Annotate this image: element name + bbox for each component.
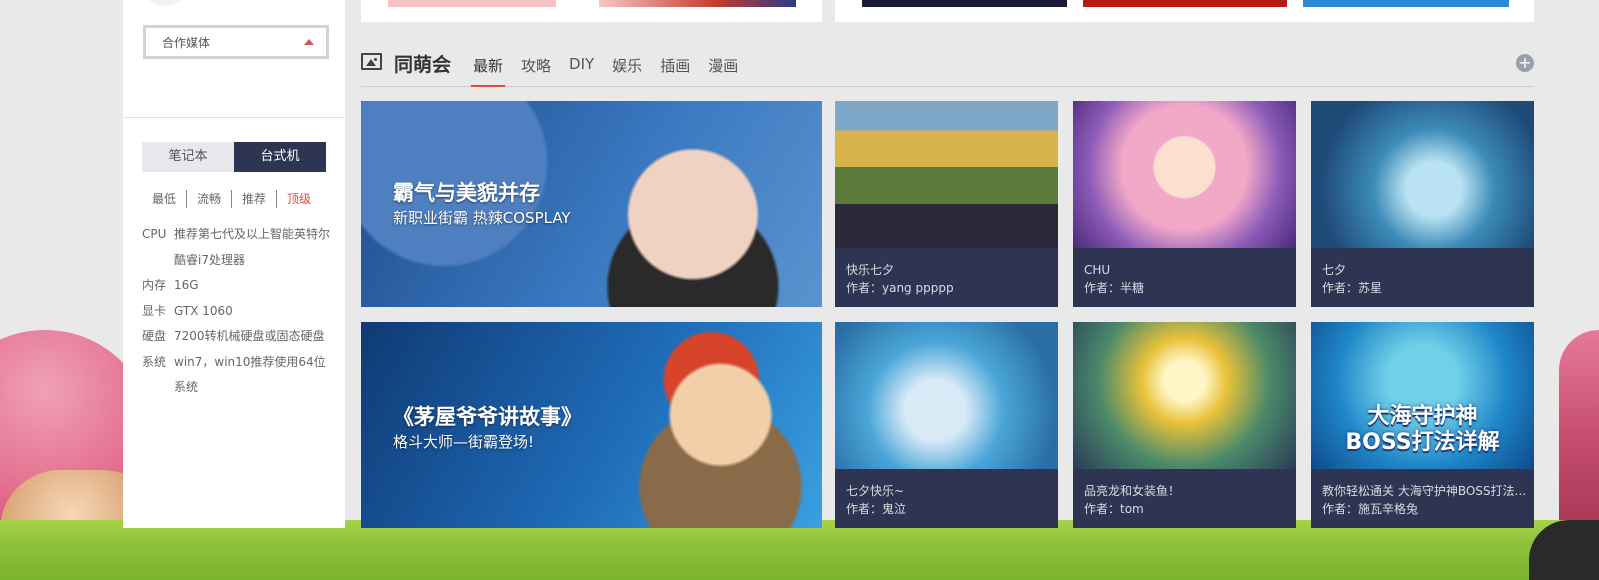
spec-row-memory: 内存 16G <box>142 273 332 299</box>
tab-laptop[interactable]: 笔记本 <box>142 142 234 172</box>
post-author: 作者：苏星 <box>1322 281 1383 295</box>
previous-row-card-left <box>361 0 822 22</box>
post-card[interactable]: 大海守护神 BOSS打法详解 教你轻松通关 大海守护神BOSS打法... 作者：… <box>1311 322 1534 528</box>
spec-key: 系统 <box>142 354 167 369</box>
post-title[interactable]: 七夕 <box>1322 261 1382 279</box>
partner-media-select-value: 合作媒体 <box>162 36 211 50</box>
spec-row-os: 系统 win7，win10推荐使用64位系统 <box>142 350 332 401</box>
post-thumbnail[interactable] <box>835 322 1058 469</box>
thumbnail-image[interactable] <box>1083 0 1287 7</box>
thumbnail-overlay-line: BOSS打法详解 <box>1345 430 1500 455</box>
spec-value: 7200转机械硬盘或固态硬盘 <box>174 329 325 343</box>
tab-latest[interactable]: 最新 <box>470 55 506 87</box>
spec-key: 内存 <box>142 278 167 292</box>
post-title[interactable]: 快乐七夕 <box>846 261 954 279</box>
post-title[interactable]: 七夕快乐~ <box>846 482 906 500</box>
spec-row-gpu: 显卡 GTX 1060 <box>142 299 332 325</box>
background-decoration-right <box>1559 330 1599 540</box>
post-author: 作者：鬼泣 <box>846 502 907 516</box>
thumbnail-image[interactable] <box>388 0 556 7</box>
spec-value: 推荐第七代及以上智能英特尔酷睿i7处理器 <box>174 227 331 267</box>
spec-key: 显卡 <box>142 303 167 318</box>
thumbnail-image[interactable] <box>599 0 796 7</box>
banner-subtitle: 新职业街霸 热辣COSPLAY <box>393 209 571 227</box>
spec-row-disk: 硬盘 7200转机械硬盘或固态硬盘 <box>142 324 332 350</box>
tab-illustration[interactable]: 插画 <box>660 55 690 86</box>
divider <box>123 117 345 118</box>
level-minimum[interactable]: 最低 <box>142 190 188 208</box>
post-caption: 快乐七夕 作者：yang ppppp <box>846 261 954 297</box>
post-card[interactable]: 七夕快乐~ 作者：鬼泣 <box>835 322 1058 528</box>
tab-entertainment[interactable]: 娱乐 <box>612 55 642 86</box>
spec-row-cpu: CPU 推荐第七代及以上智能英特尔酷睿i7处理器 <box>142 222 332 273</box>
tab-diy[interactable]: DIY <box>569 55 594 86</box>
post-author: 作者：施瓦辛格兔 <box>1322 502 1419 516</box>
post-author: 作者：tom <box>1084 502 1144 516</box>
performance-levels: 最低 流畅 推荐 顶级 <box>142 190 321 208</box>
add-icon[interactable]: + <box>1516 54 1534 72</box>
post-title[interactable]: 品亮龙和女装鱼！ <box>1084 482 1180 500</box>
thumbnail-image[interactable] <box>862 0 1067 7</box>
previous-row-card-right <box>835 0 1534 22</box>
post-card[interactable]: CHU 作者：半糖 <box>1073 101 1296 307</box>
background-grass <box>0 520 1599 580</box>
post-card[interactable]: 品亮龙和女装鱼！ 作者：tom <box>1073 322 1296 528</box>
tab-guides[interactable]: 攻略 <box>521 55 551 86</box>
feature-banner-cosplay[interactable]: 霸气与美貌并存 新职业街霸 热辣COSPLAY <box>361 101 822 307</box>
post-thumbnail[interactable] <box>1073 322 1296 469</box>
post-author: 作者：yang ppppp <box>846 281 954 295</box>
post-thumbnail[interactable] <box>1073 101 1296 248</box>
post-thumbnail[interactable] <box>835 101 1058 248</box>
post-caption: 七夕 作者：苏星 <box>1322 261 1382 297</box>
thumbnail-overlay-text: 大海守护神 BOSS打法详解 <box>1311 404 1534 456</box>
post-thumbnail[interactable] <box>1311 101 1534 248</box>
level-top[interactable]: 顶级 <box>277 190 321 208</box>
level-recommended[interactable]: 推荐 <box>232 190 278 208</box>
image-icon <box>361 53 382 70</box>
thumbnail-image[interactable] <box>1303 0 1509 7</box>
banner-title: 霸气与美貌并存 <box>393 181 540 205</box>
spec-value: win7，win10推荐使用64位系统 <box>174 354 326 395</box>
post-caption: CHU 作者：半糖 <box>1084 261 1144 297</box>
tab-desktop[interactable]: 台式机 <box>234 142 326 172</box>
spec-key: CPU <box>142 227 167 241</box>
post-card[interactable]: 快乐七夕 作者：yang ppppp <box>835 101 1058 307</box>
section-title: 同萌会 <box>394 54 452 76</box>
spec-value: GTX 1060 <box>174 303 233 318</box>
level-smooth[interactable]: 流畅 <box>187 190 233 208</box>
hardware-sidebar: 合作媒体 笔记本 台式机 最低 流畅 推荐 顶级 CPU 推荐第七代及以上智能英… <box>123 0 345 528</box>
post-caption: 教你轻松通关 大海守护神BOSS打法... 作者：施瓦辛格兔 <box>1322 482 1526 518</box>
section-tabs: 最新 攻略 DIY 娱乐 插画 漫画 <box>470 55 756 87</box>
post-card[interactable]: 七夕 作者：苏星 <box>1311 101 1534 307</box>
banner-subtitle: 格斗大师—街霸登场! <box>393 433 535 451</box>
device-tabs: 笔记本 台式机 <box>142 142 326 172</box>
feature-banner-story[interactable]: 《茅屋爷爷讲故事》 格斗大师—街霸登场! <box>361 322 822 528</box>
caret-up-icon <box>304 39 314 45</box>
community-section-header: 同萌会 最新 攻略 DIY 娱乐 插画 漫画 + <box>361 45 1534 87</box>
tab-comics[interactable]: 漫画 <box>708 55 738 86</box>
post-caption: 七夕快乐~ 作者：鬼泣 <box>846 482 906 518</box>
spec-value: 16G <box>174 278 199 292</box>
banner-title: 《茅屋爷爷讲故事》 <box>393 405 582 429</box>
post-caption: 品亮龙和女装鱼！ 作者：tom <box>1084 482 1180 518</box>
post-author: 作者：半糖 <box>1084 281 1145 295</box>
spec-list: CPU 推荐第七代及以上智能英特尔酷睿i7处理器 内存 16G 显卡 GTX 1… <box>142 222 332 401</box>
post-title[interactable]: CHU <box>1084 261 1144 279</box>
post-thumbnail[interactable]: 大海守护神 BOSS打法详解 <box>1311 322 1534 469</box>
spec-key: 硬盘 <box>142 329 167 343</box>
post-title[interactable]: 教你轻松通关 大海守护神BOSS打法... <box>1322 482 1526 500</box>
avatar <box>147 0 183 6</box>
thumbnail-overlay-line: 大海守护神 <box>1367 404 1478 429</box>
partner-media-select[interactable]: 合作媒体 <box>143 25 329 59</box>
